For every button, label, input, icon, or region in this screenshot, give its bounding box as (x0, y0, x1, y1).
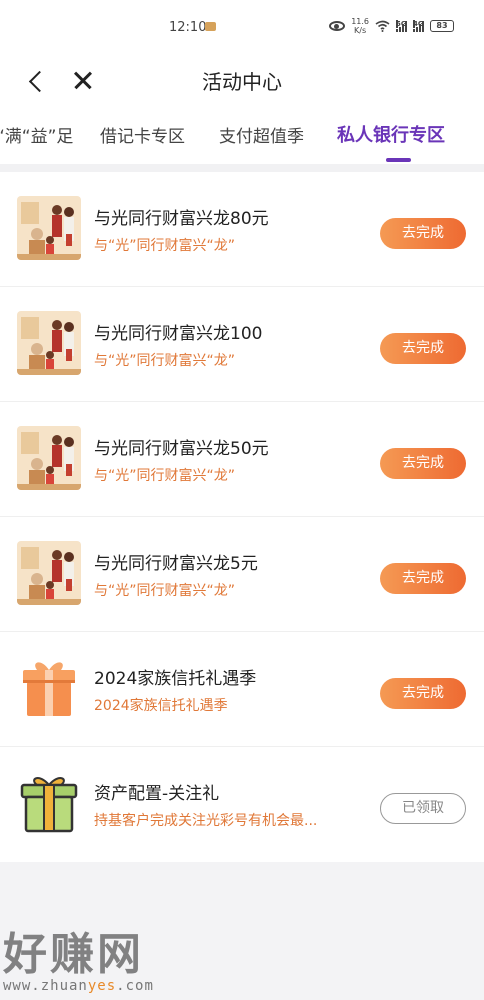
header: 活动中心 (0, 56, 484, 108)
go-complete-button[interactable]: 去完成 (380, 448, 466, 479)
task-title: 资产配置-关注礼 (94, 784, 220, 804)
tab-bar: “满“益”足 借记卡专区 支付超值季 私人银行专区 (0, 108, 484, 164)
signal-5g-label: 5G (396, 20, 407, 28)
task-subtitle: 2024家族信托礼遇季 (94, 698, 228, 714)
task-subtitle: 与“光”同行财富兴“龙” (94, 583, 236, 599)
claimed-button[interactable]: 已领取 (380, 793, 466, 824)
task-title: 与光同行财富兴龙5元 (94, 554, 258, 574)
signal-4g-label: 4G (413, 20, 424, 28)
task-subtitle: 持基客户完成关注光彩号有机会最... (94, 813, 318, 829)
tab-private-banking[interactable]: 私人银行专区 (337, 121, 445, 147)
wifi-icon (375, 20, 390, 32)
section-divider (0, 164, 484, 172)
list-item[interactable]: 与光同行财富兴龙80元 与“光”同行财富兴“龙” 去完成 (0, 172, 484, 287)
watermark-title: 好赚网 (3, 929, 144, 980)
family-illustration-icon (17, 196, 81, 260)
family-illustration-icon (17, 311, 81, 375)
watermark: 好赚网 www.zhuanyes.com (3, 918, 154, 994)
task-title: 2024家族信托礼遇季 (94, 669, 257, 689)
battery-icon: 83 (430, 20, 454, 32)
task-list: 与光同行财富兴龙80元 与“光”同行财富兴“龙” 去完成 与光同行财富兴龙100… (0, 172, 484, 862)
go-complete-button[interactable]: 去完成 (380, 563, 466, 594)
gallery-notification-icon (205, 22, 216, 31)
status-time: 12:10 (169, 20, 207, 35)
family-illustration-icon (17, 426, 81, 490)
status-bar: 12:10 11.6 K/s 5G 4G 83 (0, 0, 484, 56)
list-item[interactable]: 2024家族信托礼遇季 2024家族信托礼遇季 去完成 (0, 632, 484, 747)
list-item[interactable]: 资产配置-关注礼 持基客户完成关注光彩号有机会最... 已领取 (0, 747, 484, 862)
task-subtitle: 与“光”同行财富兴“龙” (94, 238, 236, 254)
list-item[interactable]: 与光同行财富兴龙50元 与“光”同行财富兴“龙” 去完成 (0, 402, 484, 517)
task-title: 与光同行财富兴龙80元 (94, 209, 269, 229)
go-complete-button[interactable]: 去完成 (380, 333, 466, 364)
task-subtitle: 与“光”同行财富兴“龙” (94, 468, 236, 484)
task-title: 与光同行财富兴龙100 (94, 324, 263, 344)
network-speed-value: 11.6 (351, 17, 369, 26)
tab-payment-season[interactable]: 支付超值季 (219, 122, 304, 147)
list-item[interactable]: 与光同行财富兴龙100 与“光”同行财富兴“龙” 去完成 (0, 287, 484, 402)
list-item[interactable]: 与光同行财富兴龙5元 与“光”同行财富兴“龙” 去完成 (0, 517, 484, 632)
status-icons: 11.6 K/s 5G 4G 83 (329, 17, 454, 35)
page-title: 活动中心 (202, 70, 282, 94)
signal-4g-icon: 4G (413, 20, 424, 32)
eye-icon (329, 21, 346, 31)
task-title: 与光同行财富兴龙50元 (94, 439, 269, 459)
task-subtitle: 与“光”同行财富兴“龙” (94, 353, 236, 369)
active-tab-indicator (386, 158, 411, 162)
tab-debit-card[interactable]: 借记卡专区 (100, 122, 185, 147)
signal-5g-icon: 5G (396, 20, 407, 32)
family-illustration-icon (17, 541, 81, 605)
network-speed-unit: K/s (354, 26, 367, 35)
go-complete-button[interactable]: 去完成 (380, 678, 466, 709)
tab-satisfaction[interactable]: “满“益”足 (0, 122, 73, 147)
network-speed: 11.6 K/s (351, 17, 369, 35)
orange-gift-box-icon (17, 656, 81, 720)
green-gift-box-icon (17, 771, 81, 835)
go-complete-button[interactable]: 去完成 (380, 218, 466, 249)
